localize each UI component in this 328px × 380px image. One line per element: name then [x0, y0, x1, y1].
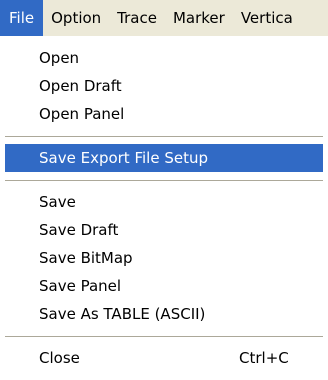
menu-item-label: Save BitMap [39, 249, 133, 267]
menu-separator [5, 336, 323, 338]
menu-item-label: Open Panel [39, 105, 125, 123]
menu-item-open-panel[interactable]: Open Panel [5, 100, 323, 128]
menu-file[interactable]: File [0, 0, 44, 36]
menu-item-save-panel[interactable]: Save Panel [5, 272, 323, 300]
menu-marker[interactable]: Marker [165, 0, 233, 36]
menu-item-save-bitmap[interactable]: Save BitMap [5, 244, 323, 272]
menu-item-label: Open Draft [39, 77, 122, 95]
menu-item-close[interactable]: Close Ctrl+C [5, 344, 323, 372]
menu-trace[interactable]: Trace [109, 0, 165, 36]
menu-item-open-draft[interactable]: Open Draft [5, 72, 323, 100]
menu-item-label: Save Panel [39, 277, 122, 295]
menu-option[interactable]: Option [43, 0, 109, 36]
menu-item-label: Open [39, 49, 80, 67]
menu-item-label: Save [39, 193, 76, 211]
menu-item-save-export-file-setup[interactable]: Save Export File Setup [5, 144, 323, 172]
menu-item-shortcut: Ctrl+C [239, 349, 289, 367]
menu-item-label: Save Draft [39, 221, 119, 239]
menu-item-label: Save As TABLE (ASCII) [39, 305, 206, 323]
menu-item-label: Save Export File Setup [39, 149, 208, 167]
menu-item-open[interactable]: Open [5, 44, 323, 72]
menu-separator [5, 180, 323, 182]
menu-item-label: Close [39, 349, 80, 367]
menu-bar: File Option Trace Marker Vertica [0, 0, 328, 37]
file-menu-dropdown: Open Open Draft Open Panel Save Export F… [0, 36, 328, 380]
menu-separator [5, 136, 323, 138]
menu-vertical[interactable]: Vertica [233, 0, 301, 36]
menu-item-save[interactable]: Save [5, 188, 323, 216]
menu-item-save-as-table[interactable]: Save As TABLE (ASCII) [5, 300, 323, 328]
menu-item-save-draft[interactable]: Save Draft [5, 216, 323, 244]
